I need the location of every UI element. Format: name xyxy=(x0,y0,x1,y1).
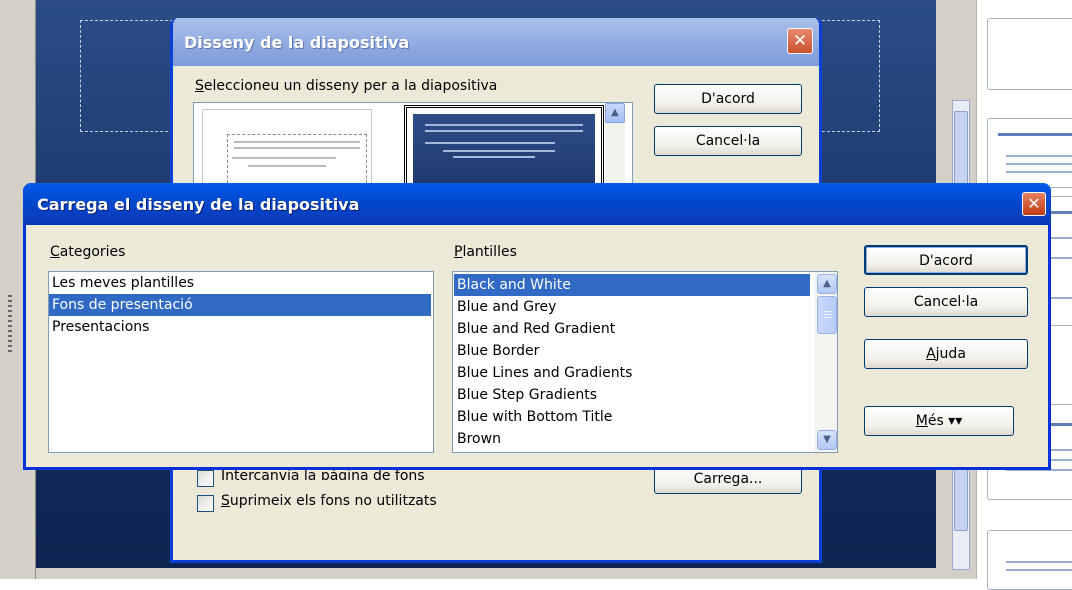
slide-design-prompt-text: eleccioneu un disseny per a la diapositi… xyxy=(203,78,498,94)
categories-items: Les meves plantilles Fons de presentació P… xyxy=(49,272,433,338)
help-button-label: juda xyxy=(935,346,966,362)
slide-design-title-bar[interactable]: Disseny de la diapositiva ✕ xyxy=(173,18,819,66)
chevron-up-icon[interactable]: ▲ xyxy=(605,103,625,123)
load-design-title: Carrega el disseny de la diapositiva xyxy=(37,195,360,214)
layout-thumbnail[interactable] xyxy=(987,118,1072,188)
help-button-mnemonic: A xyxy=(926,346,936,362)
load-slide-design-dialog: Carrega el disseny de la diapositiva ✕ C… xyxy=(23,183,1051,470)
categories-listbox[interactable]: Les meves plantilles Fons de presentació P… xyxy=(48,271,434,453)
slide-design-ok-button[interactable]: D'acord xyxy=(654,84,802,114)
load-design-cancel-button[interactable]: Cancel·la xyxy=(864,287,1028,317)
layout-thumbnail[interactable] xyxy=(987,530,1072,590)
load-design-ok-button[interactable]: D'acord xyxy=(864,245,1028,275)
chevron-down-icon[interactable]: ▼ xyxy=(817,430,837,450)
more-button-label: és ▾▾ xyxy=(927,413,963,429)
swap-background-checkbox[interactable] xyxy=(197,470,214,487)
delete-unused-backgrounds-checkbox[interactable] xyxy=(197,495,214,512)
template-list-item[interactable]: Blue with Bottom Title xyxy=(454,406,810,428)
load-design-title-bar[interactable]: Carrega el disseny de la diapositiva ✕ xyxy=(23,183,1051,225)
more-options-button[interactable]: Més ▾▾ xyxy=(864,406,1014,436)
categories-label-text: ategories xyxy=(59,244,126,260)
templates-listbox[interactable]: Black and White Blue and Grey Blue and Red… xyxy=(452,271,838,453)
close-icon[interactable]: ✕ xyxy=(787,28,813,54)
categories-label: Categories xyxy=(50,244,125,260)
template-list-item[interactable]: Blue and Grey xyxy=(454,296,810,318)
slide-design-cancel-button[interactable]: Cancel·la xyxy=(654,126,802,156)
help-button[interactable]: Ajuda xyxy=(864,339,1028,369)
categories-label-mnemonic: C xyxy=(50,244,60,260)
templates-label: Plantilles xyxy=(454,244,517,260)
category-list-item[interactable]: Fons de presentació xyxy=(49,294,431,316)
template-list-item[interactable]: Blue Lines and Gradients xyxy=(454,362,810,384)
canvas-bottom-bar xyxy=(36,568,936,579)
layout-thumbnail[interactable] xyxy=(987,18,1072,90)
category-list-item[interactable]: Presentacions xyxy=(49,316,433,338)
template-list-item[interactable]: Blue and Red Gradient xyxy=(454,318,810,340)
load-design-button[interactable]: Carrega... xyxy=(654,466,802,494)
delete-unused-backgrounds-label-text: uprimeix els fons no utilitzats xyxy=(229,493,437,509)
delete-unused-backgrounds-label: Suprimeix els fons no utilitzats xyxy=(221,493,437,509)
templates-scrollbar[interactable]: ▲ ▼ xyxy=(815,272,837,452)
slide-design-title: Disseny de la diapositiva xyxy=(184,33,410,52)
template-list-item[interactable]: Brown xyxy=(454,428,810,450)
chevron-up-icon[interactable]: ▲ xyxy=(817,274,837,294)
slide-design-prompt: Seleccioneu un disseny per a la diaposit… xyxy=(195,78,498,94)
template-list-item[interactable]: Blue Step Gradients xyxy=(454,384,810,406)
category-list-item[interactable]: Les meves plantilles xyxy=(49,272,433,294)
templates-scrollbar-thumb[interactable] xyxy=(817,296,837,334)
templates-label-text: lantilles xyxy=(462,244,517,260)
splitter-grip[interactable] xyxy=(8,295,12,355)
template-list-item[interactable]: Black and White xyxy=(454,274,810,296)
templates-items: Black and White Blue and Grey Blue and Red… xyxy=(454,274,810,450)
close-icon[interactable]: ✕ xyxy=(1022,192,1046,216)
template-list-item[interactable]: Blue Border xyxy=(454,340,810,362)
more-button-mnemonic: M xyxy=(915,413,928,429)
